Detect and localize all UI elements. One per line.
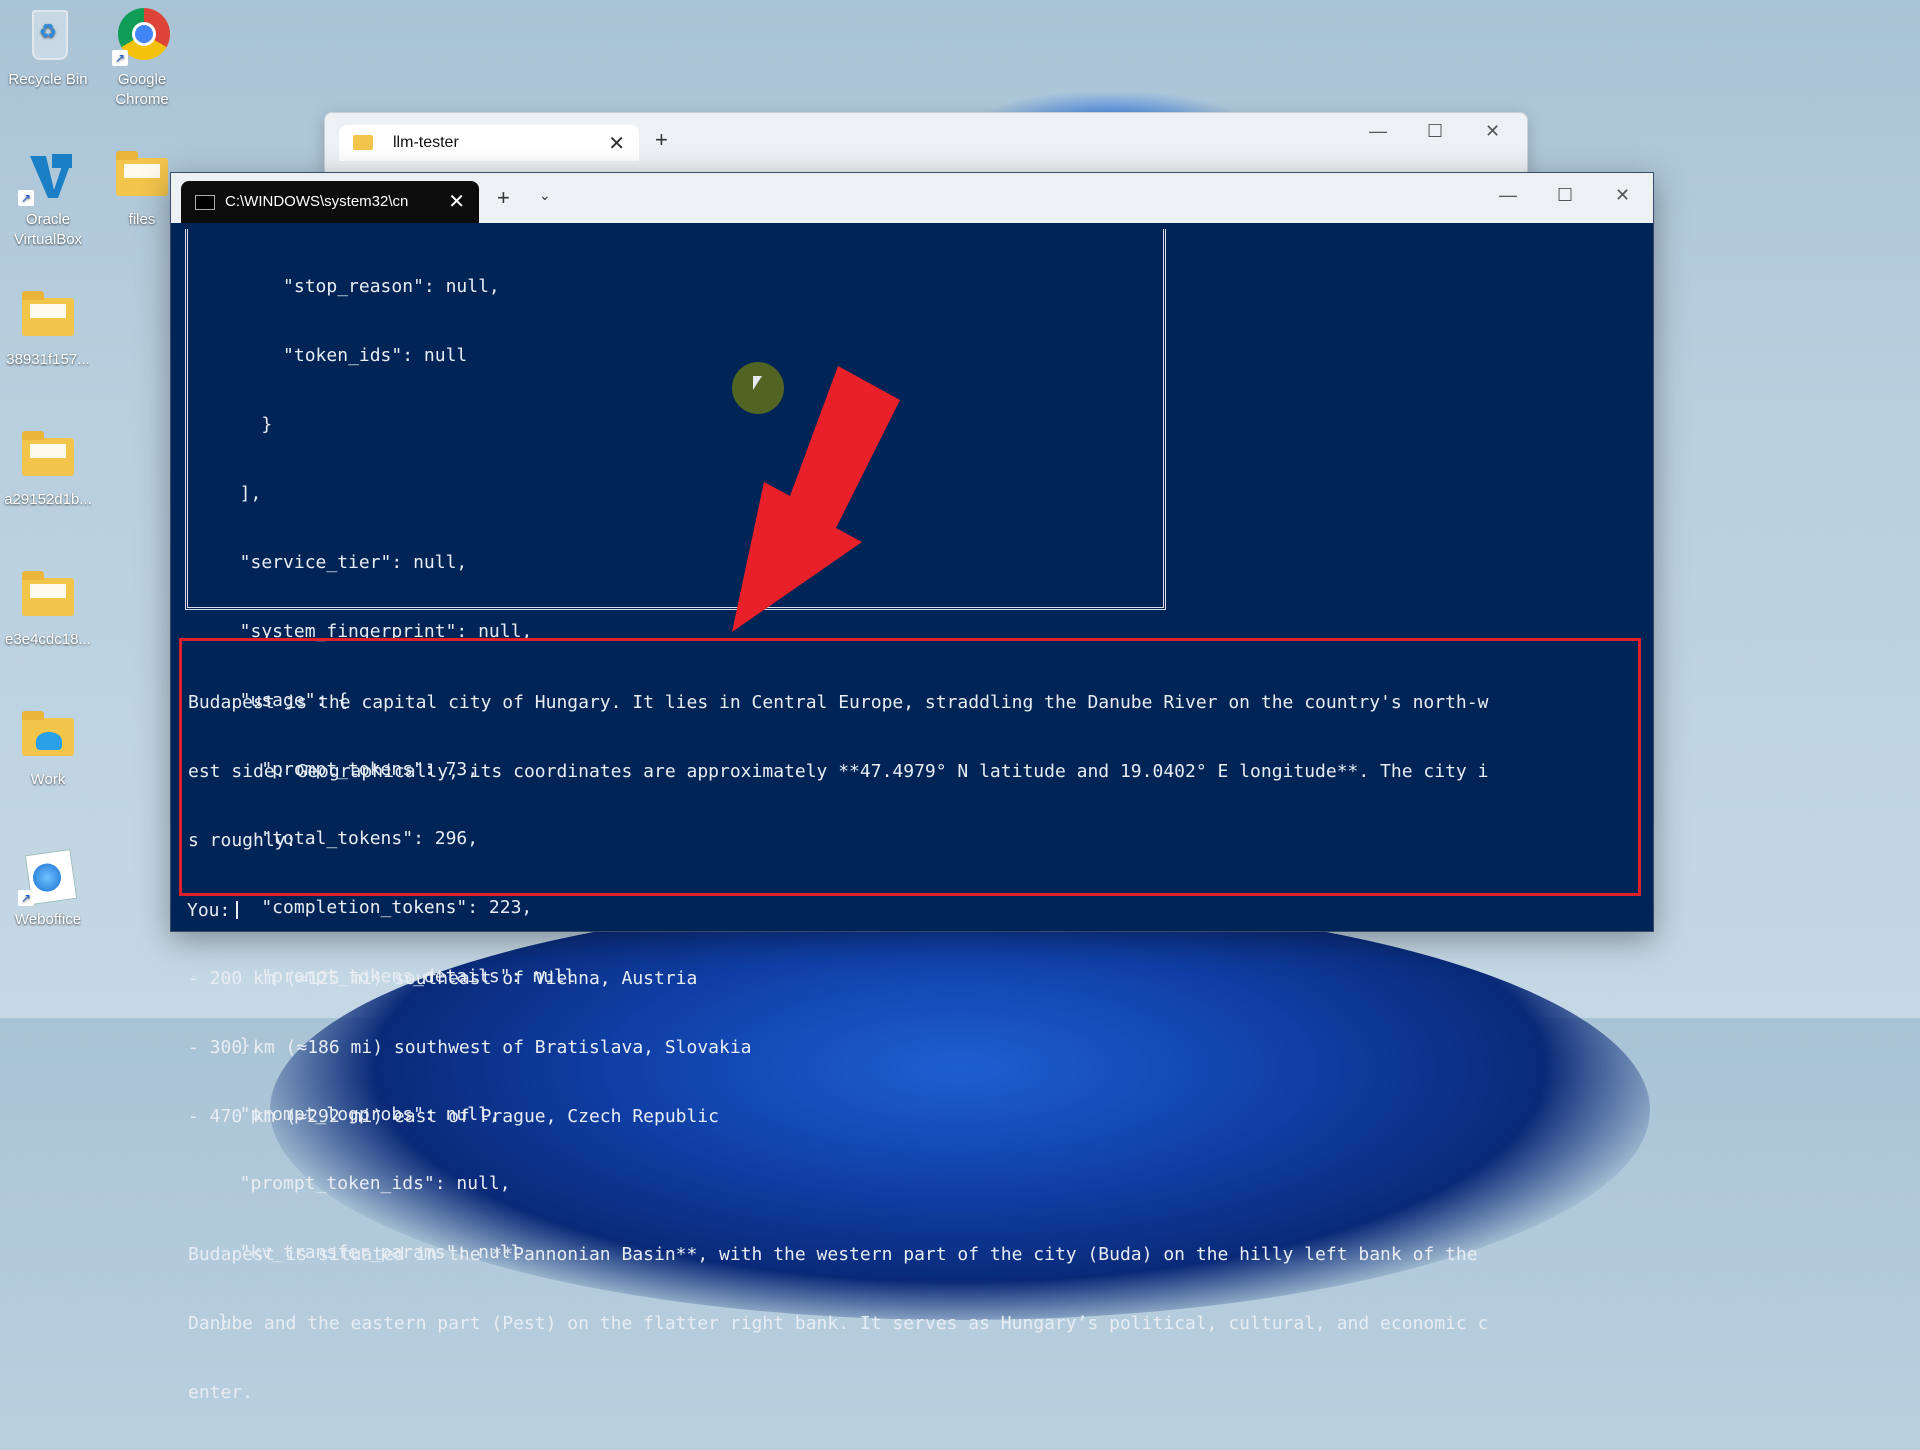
- chevron-down-icon[interactable]: ⌄: [539, 187, 551, 204]
- desktop-icon-label: Work: [30, 771, 66, 788]
- shortcut-arrow-icon: ↗: [18, 890, 34, 906]
- desktop-icon-label: Recycle Bin: [8, 71, 88, 88]
- folder-icon: [22, 291, 74, 336]
- folder-icon: [22, 711, 74, 756]
- desktop-icon-folder-2[interactable]: a29152d1b...: [0, 426, 96, 510]
- desktop-icon-folder-3[interactable]: e3e4cdc18...: [0, 566, 96, 650]
- explorer-tab[interactable]: llm-tester ✕: [339, 125, 639, 161]
- desktop-icon-label: Oracle VirtualBox: [13, 211, 83, 248]
- desktop-icon-folder-1[interactable]: 38931f157...: [0, 286, 96, 370]
- new-tab-button[interactable]: +: [655, 127, 668, 153]
- prompt-label: You:: [187, 900, 231, 921]
- desktop-icon-chrome[interactable]: ↗ Google Chrome: [94, 6, 190, 110]
- input-prompt[interactable]: You:: [187, 899, 239, 922]
- desktop-icon-label: e3e4cdc18...: [5, 631, 91, 648]
- terminal-tab-title: C:\WINDOWS\system32\cn: [225, 193, 409, 210]
- response-line: Danube and the eastern part (Pest) on th…: [188, 1313, 1489, 1334]
- folder-icon: [22, 571, 74, 616]
- response-line: Budapest is the capital city of Hungary.…: [188, 692, 1489, 713]
- response-line: - 470 km (≈292 mi) east of Prague, Czech…: [188, 1106, 720, 1127]
- desktop-icon-virtualbox[interactable]: ↗ Oracle VirtualBox: [0, 146, 96, 250]
- desktop-icon-label: a29152d1b...: [4, 491, 92, 508]
- maximize-button[interactable]: ☐: [1427, 121, 1443, 142]
- desktop-icon-label: 38931f157...: [6, 351, 90, 368]
- text-cursor: [236, 901, 239, 919]
- new-tab-button[interactable]: +: [497, 185, 510, 211]
- minimize-button[interactable]: —: [1369, 121, 1387, 142]
- desktop-icon-label: Google Chrome: [115, 71, 169, 108]
- shortcut-arrow-icon: ↗: [18, 190, 34, 206]
- mouse-cursor-icon: [732, 362, 784, 414]
- desktop-icon-recycle-bin[interactable]: Recycle Bin: [0, 6, 96, 90]
- terminal-titlebar[interactable]: C:\WINDOWS\system32\cn ✕ + ⌄ — ☐ ✕: [171, 173, 1653, 223]
- json-output-box: "stop_reason": null, "token_ids": null }…: [185, 229, 1166, 1332]
- desktop-icon-work[interactable]: Work: [0, 706, 96, 790]
- json-line: "stop_reason": null,: [218, 276, 500, 297]
- red-arrow-annotation: [732, 366, 900, 632]
- response-line: [188, 1174, 1634, 1197]
- close-window-button[interactable]: ✕: [1615, 185, 1630, 206]
- response-line: [188, 898, 1634, 921]
- cmd-icon: [195, 195, 215, 210]
- minimize-button[interactable]: —: [1499, 185, 1517, 206]
- response-highlight-box: Budapest is the capital city of Hungary.…: [179, 638, 1641, 1403]
- desktop-icon-label: Weboffice: [14, 911, 82, 928]
- folder-icon: [116, 151, 168, 196]
- close-window-button[interactable]: ✕: [1485, 121, 1500, 142]
- recycle-bin-icon: [32, 10, 68, 60]
- shortcut-arrow-icon: ↗: [112, 50, 128, 66]
- json-line: "token_ids": null: [218, 345, 468, 366]
- close-tab-icon[interactable]: ✕: [448, 189, 465, 214]
- folder-icon: [22, 431, 74, 476]
- response-line: est side. Geographically, its coordinate…: [188, 761, 1489, 782]
- maximize-button[interactable]: ☐: [1557, 185, 1573, 206]
- response-line: - 200 km (≈125 mi) southeast of Vienna, …: [188, 968, 698, 989]
- json-line: "service_tier": null,: [218, 552, 468, 573]
- explorer-window[interactable]: llm-tester ✕ + — ☐ ✕: [324, 112, 1528, 174]
- response-line: s roughly:: [188, 830, 297, 851]
- folder-icon: [353, 135, 373, 150]
- terminal-tab[interactable]: C:\WINDOWS\system32\cn ✕: [181, 181, 479, 223]
- close-tab-icon[interactable]: ✕: [608, 131, 625, 156]
- json-line: ],: [218, 483, 262, 504]
- response-line: Budapest is situated in the **Pannonian …: [188, 1244, 1478, 1265]
- response-line: - 300 km (≈186 mi) southwest of Bratisla…: [188, 1037, 752, 1058]
- response-line: enter.: [188, 1382, 254, 1403]
- desktop-icon-weboffice[interactable]: ↗ Weboffice: [0, 846, 96, 930]
- explorer-tab-title: llm-tester: [393, 134, 459, 151]
- json-line: }: [218, 414, 273, 435]
